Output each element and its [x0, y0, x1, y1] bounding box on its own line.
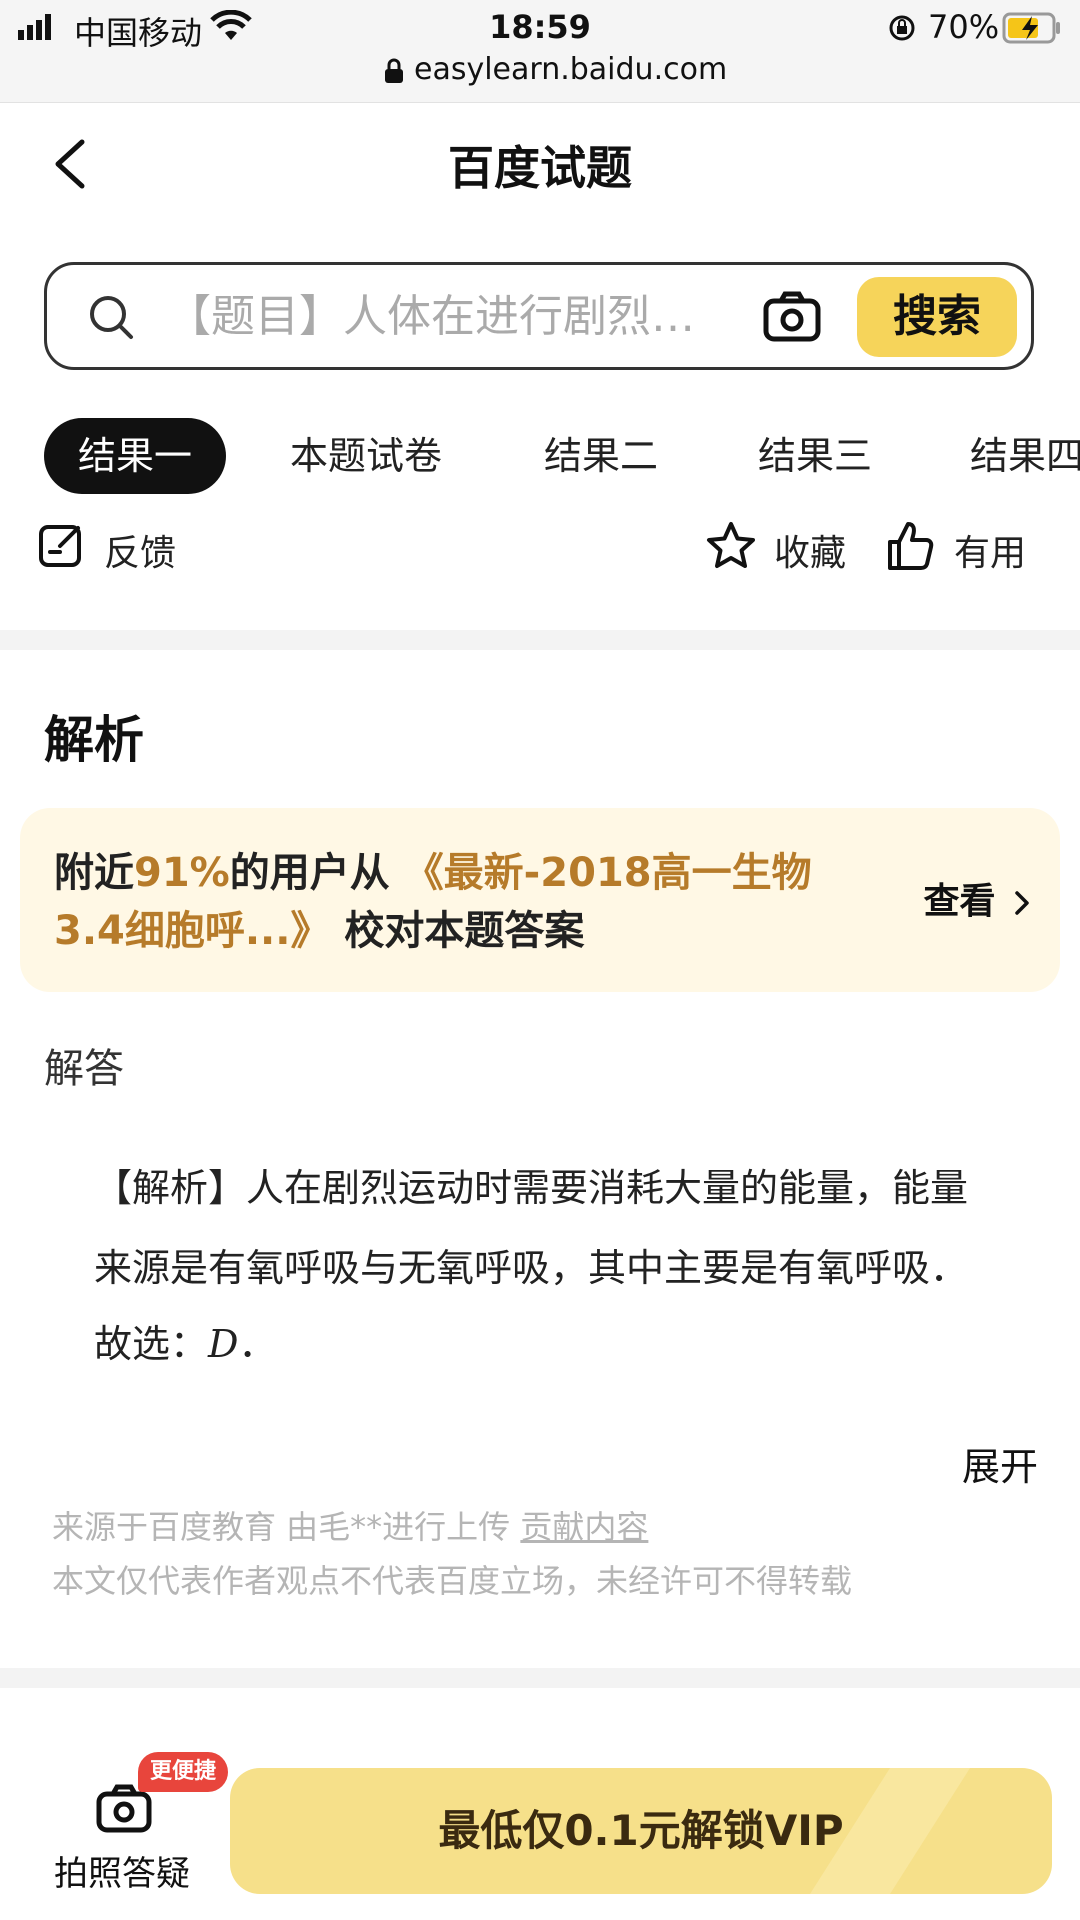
answer-choice-prefix: 故选： [94, 1322, 209, 1366]
thumbs-up-icon [888, 522, 934, 570]
search-button[interactable]: 搜索 [857, 277, 1017, 357]
status-bar: 中国移动 18:59 70% easylearn.baidu.com [0, 0, 1080, 103]
chevron-right-icon [1015, 891, 1029, 915]
search-input[interactable] [167, 285, 767, 347]
answer-source-notice[interactable]: 附近91%的用户从 《最新-2018高一生物3.4细胞呼...》 校对本题答案 … [20, 808, 1060, 992]
view-link[interactable]: 查看 [923, 872, 1032, 924]
battery-percent: 70% [928, 8, 1000, 46]
lock-icon [384, 58, 404, 88]
convenience-badge: 更便捷 [138, 1752, 229, 1792]
answer-choice-suffix: ． [238, 1322, 277, 1366]
favorite-button[interactable]: 收藏 [704, 520, 854, 574]
section-divider-bottom [0, 1668, 1080, 1688]
tab-result-3[interactable]: 结果三 [758, 418, 872, 494]
answer-label: 解答 [44, 1046, 124, 1092]
answer-text: 【解析】人在剧烈运动时需要消耗大量的能量，能量来源是有氧呼吸与无氧呼吸，其中主要… [94, 1166, 969, 1290]
notice-percent: 91% [134, 850, 230, 896]
notice-middle: 的用户从 [229, 850, 404, 896]
source-line: 来源于百度教育 由毛**进行上传 贡献内容 [52, 1502, 648, 1548]
camera-icon[interactable] [763, 291, 821, 347]
expand-button[interactable]: 展开 [962, 1436, 1038, 1491]
notice-text: 附近91%的用户从 《最新-2018高一生物3.4细胞呼...》 校对本题答案 [54, 844, 874, 960]
view-label: 查看 [923, 881, 996, 922]
favorite-label: 收藏 [774, 533, 847, 574]
analysis-heading: 解析 [44, 711, 144, 769]
photo-question-label: 拍照答疑 [54, 1854, 190, 1894]
section-divider [0, 630, 1080, 650]
search-box[interactable]: 搜索 [44, 262, 1034, 370]
rotation-lock-icon [888, 14, 916, 46]
tab-result-1[interactable]: 结果一 [44, 418, 226, 494]
unlock-vip-button[interactable]: 最低仅0.1元解锁VIP [230, 1768, 1052, 1894]
battery-icon [1002, 12, 1062, 48]
tab-result-2[interactable]: 结果二 [544, 418, 658, 494]
notice-suffix: 校对本题答案 [330, 908, 585, 954]
notice-prefix: 附近 [54, 850, 134, 896]
vip-label: 最低仅0.1元解锁VIP [438, 1806, 844, 1855]
star-icon [707, 522, 755, 568]
answer-body: 【解析】人在剧烈运动时需要消耗大量的能量，能量来源是有氧呼吸与无氧呼吸，其中主要… [94, 1148, 994, 1384]
feedback-label: 反馈 [104, 533, 177, 574]
photo-question-button[interactable]: 拍照答疑 [40, 1780, 210, 1894]
answer-choice-line: 故选：D． [94, 1304, 994, 1384]
url-bar[interactable]: easylearn.baidu.com [414, 52, 727, 87]
tab-exam-paper[interactable]: 本题试卷 [290, 418, 442, 494]
source-line-text: 来源于百度教育 由毛**进行上传 [52, 1508, 521, 1546]
clock: 18:59 [489, 8, 591, 46]
disclaimer: 本文仅代表作者观点不代表百度立场，未经许可不得转载 [52, 1562, 853, 1600]
tab-result-4[interactable]: 结果四 [970, 418, 1080, 494]
contribute-link[interactable]: 贡献内容 [520, 1508, 648, 1546]
answer-choice: D [208, 1322, 239, 1366]
edit-icon [39, 525, 81, 567]
useful-button[interactable]: 有用 [886, 520, 1036, 574]
page-title: 百度试题 [448, 141, 632, 195]
useful-label: 有用 [954, 533, 1027, 574]
expand-fade [0, 1420, 920, 1470]
search-icon [87, 293, 137, 347]
